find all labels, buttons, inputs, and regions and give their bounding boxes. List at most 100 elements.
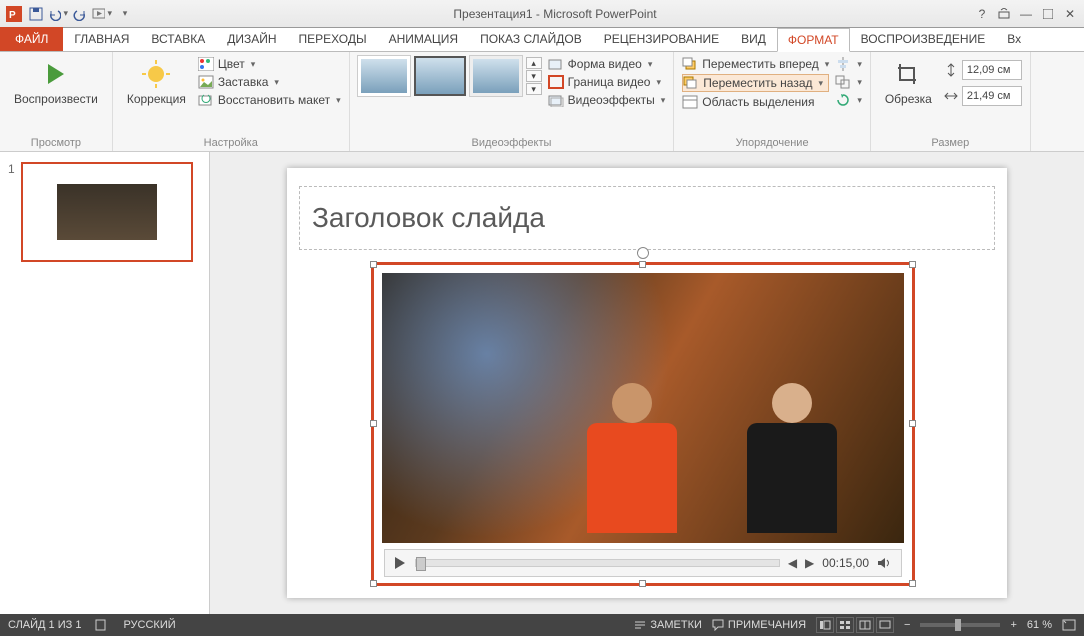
corrections-button[interactable]: Коррекция xyxy=(121,56,192,108)
sorter-view-icon[interactable] xyxy=(836,617,854,633)
slideshow-view-icon[interactable] xyxy=(876,617,894,633)
handle-se[interactable] xyxy=(909,580,916,587)
color-button[interactable]: Цвет▾ xyxy=(198,56,341,72)
group-icon xyxy=(835,75,851,89)
video-play-icon[interactable] xyxy=(393,556,407,570)
bring-forward-button[interactable]: Переместить вперед▾ xyxy=(682,56,829,72)
zoom-handle[interactable] xyxy=(955,619,961,631)
step-back-icon[interactable]: ◀ xyxy=(788,556,797,570)
handle-n[interactable] xyxy=(639,261,646,268)
group-objects-button[interactable]: ▾ xyxy=(835,74,862,90)
qat-customize-icon[interactable]: ▾ xyxy=(114,4,134,24)
crop-icon xyxy=(892,58,924,90)
border-icon xyxy=(548,75,564,89)
tab-view[interactable]: ВИД xyxy=(730,27,777,51)
ribbon-options-icon[interactable] xyxy=(994,4,1014,24)
video-style-1[interactable] xyxy=(358,56,410,96)
tab-insert[interactable]: ВСТАВКА xyxy=(140,27,216,51)
video-effects-button[interactable]: Видеоэффекты▾ xyxy=(548,92,666,108)
video-style-3[interactable] xyxy=(470,56,522,96)
tab-more[interactable]: Вх xyxy=(996,27,1032,51)
volume-icon[interactable] xyxy=(877,556,893,570)
zoom-in-icon[interactable]: + xyxy=(1010,619,1016,631)
width-input[interactable]: 21,49 см xyxy=(962,86,1022,106)
tab-home[interactable]: ГЛАВНАЯ xyxy=(63,27,140,51)
close-icon[interactable]: ✕ xyxy=(1060,4,1080,24)
maximize-icon[interactable] xyxy=(1038,4,1058,24)
title-placeholder[interactable]: Заголовок слайда xyxy=(299,186,995,250)
save-icon[interactable] xyxy=(26,4,46,24)
tab-animations[interactable]: АНИМАЦИЯ xyxy=(378,27,469,51)
handle-nw[interactable] xyxy=(370,261,377,268)
tab-design[interactable]: ДИЗАЙН xyxy=(216,27,287,51)
handle-w[interactable] xyxy=(370,420,377,427)
slide: Заголовок слайда xyxy=(287,168,1007,598)
reset-design-button[interactable]: Восстановить макет▾ xyxy=(198,92,341,108)
zoom-out-icon[interactable]: − xyxy=(904,619,910,631)
align-button[interactable]: ▾ xyxy=(835,56,862,72)
seek-handle[interactable] xyxy=(416,557,426,571)
view-buttons xyxy=(816,617,894,633)
handle-sw[interactable] xyxy=(370,580,377,587)
fit-to-window-icon[interactable] xyxy=(1062,619,1076,631)
slide-canvas-area[interactable]: Заголовок слайда xyxy=(210,152,1084,614)
poster-frame-button[interactable]: Заставка▾ xyxy=(198,74,341,90)
video-shape-button[interactable]: Форма видео▾ xyxy=(548,56,666,72)
handle-ne[interactable] xyxy=(909,261,916,268)
gallery-down-icon[interactable]: ▾ xyxy=(526,70,542,82)
slide-thumbnails-panel: 1 xyxy=(0,152,210,614)
handle-s[interactable] xyxy=(639,580,646,587)
reading-view-icon[interactable] xyxy=(856,617,874,633)
video-style-2[interactable] xyxy=(414,56,466,96)
palette-icon xyxy=(198,57,214,71)
gallery-more-icon[interactable]: ▾ xyxy=(526,83,542,95)
comments-button[interactable]: ПРИМЕЧАНИЯ xyxy=(712,619,806,631)
slide-thumbnail-1[interactable] xyxy=(21,162,193,262)
tab-format[interactable]: ФОРМАТ xyxy=(777,28,850,52)
title-bar: P ▾ ▾ ▾ Презентация1 - Microsoft PowerPo… xyxy=(0,0,1084,28)
step-forward-icon[interactable]: ▶ xyxy=(805,556,814,570)
tab-file[interactable]: ФАЙЛ xyxy=(0,27,63,51)
rotate-button[interactable]: ▾ xyxy=(835,92,862,108)
effects-icon xyxy=(548,93,564,107)
crop-button[interactable]: Обрезка xyxy=(879,56,938,108)
send-backward-button[interactable]: Переместить назад▾ xyxy=(682,74,829,92)
svg-text:P: P xyxy=(9,10,16,21)
undo-icon[interactable]: ▾ xyxy=(48,4,68,24)
gallery-up-icon[interactable]: ▴ xyxy=(526,57,542,69)
video-object[interactable]: ◀ ▶ 00:15,00 xyxy=(371,262,915,586)
tab-transitions[interactable]: ПЕРЕХОДЫ xyxy=(288,27,378,51)
start-from-beginning-icon[interactable]: ▾ xyxy=(92,4,112,24)
help-icon[interactable]: ? xyxy=(972,4,992,24)
ribbon: Воспроизвести Просмотр Коррекция Цвет▾ З… xyxy=(0,52,1084,152)
handle-e[interactable] xyxy=(909,420,916,427)
slide-counter[interactable]: СЛАЙД 1 ИЗ 1 xyxy=(8,619,81,631)
video-seek-track[interactable] xyxy=(415,559,780,567)
height-input-row: 12,09 см xyxy=(944,60,1022,80)
powerpoint-icon[interactable]: P xyxy=(4,4,24,24)
redo-icon[interactable] xyxy=(70,4,90,24)
video-frame-image xyxy=(382,273,904,543)
rotate-handle[interactable] xyxy=(637,247,649,259)
play-label: Воспроизвести xyxy=(14,92,98,106)
notes-button[interactable]: ЗАМЕТКИ xyxy=(634,619,702,631)
ribbon-tabs: ФАЙЛ ГЛАВНАЯ ВСТАВКА ДИЗАЙН ПЕРЕХОДЫ АНИ… xyxy=(0,28,1084,52)
zoom-level[interactable]: 61 % xyxy=(1027,619,1052,631)
window-title: Презентация1 - Microsoft PowerPoint xyxy=(138,7,972,21)
spellcheck-icon[interactable] xyxy=(95,618,109,632)
normal-view-icon[interactable] xyxy=(816,617,834,633)
tab-playback[interactable]: ВОСПРОИЗВЕДЕНИЕ xyxy=(850,27,997,51)
group-size-label: Размер xyxy=(879,135,1022,149)
zoom-slider[interactable] xyxy=(920,623,1000,627)
group-preview: Воспроизвести Просмотр xyxy=(0,52,113,151)
minimize-icon[interactable]: — xyxy=(1016,4,1036,24)
selection-pane-button[interactable]: Область выделения xyxy=(682,94,829,110)
group-preview-label: Просмотр xyxy=(8,135,104,149)
height-input[interactable]: 12,09 см xyxy=(962,60,1022,80)
tab-slideshow[interactable]: ПОКАЗ СЛАЙДОВ xyxy=(469,27,593,51)
play-button[interactable]: Воспроизвести xyxy=(8,56,104,108)
language-indicator[interactable]: РУССКИЙ xyxy=(123,619,175,631)
video-border-button[interactable]: Граница видео▾ xyxy=(548,74,666,90)
group-video-styles: ▴ ▾ ▾ Форма видео▾ Граница видео▾ Видеоэ… xyxy=(350,52,675,151)
tab-review[interactable]: РЕЦЕНЗИРОВАНИЕ xyxy=(593,27,730,51)
